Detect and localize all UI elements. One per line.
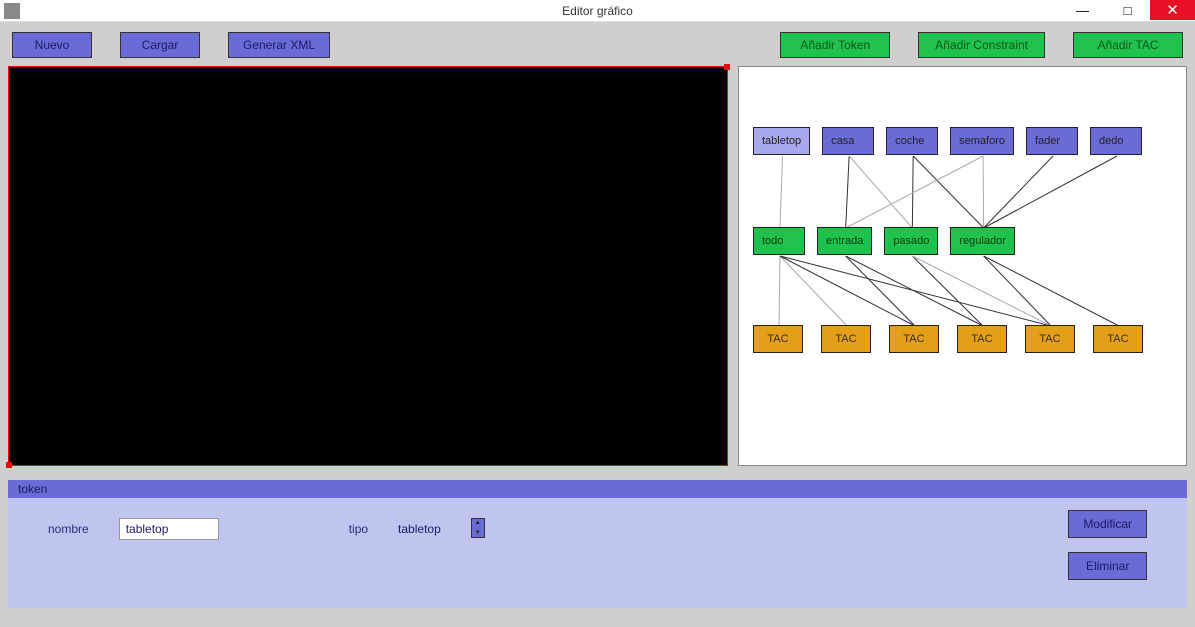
anadir-tac-button[interactable]: Añadir TAC bbox=[1073, 32, 1183, 58]
window-controls: — □ ✕ bbox=[1060, 0, 1195, 22]
cargar-button[interactable]: Cargar bbox=[120, 32, 200, 58]
canvas[interactable] bbox=[8, 66, 728, 466]
titlebar: Editor gráfico — □ ✕ bbox=[0, 0, 1195, 22]
token-node[interactable]: casa bbox=[822, 127, 874, 155]
footer: token nombre tipo tabletop ▲ ▼ Modificar… bbox=[0, 480, 1195, 608]
tac-node[interactable]: TAC bbox=[821, 325, 871, 353]
tipo-value: tabletop bbox=[398, 518, 441, 536]
constraint-node[interactable]: entrada bbox=[817, 227, 872, 255]
constraint-row: todo entrada pasado regulador bbox=[753, 227, 1015, 255]
tipo-label: tipo bbox=[349, 518, 368, 536]
window-title: Editor gráfico bbox=[562, 4, 633, 18]
nombre-input[interactable] bbox=[119, 518, 219, 540]
anadir-constraint-button[interactable]: Añadir Constraint bbox=[918, 32, 1045, 58]
chevron-down-icon: ▼ bbox=[473, 530, 483, 536]
anadir-token-button[interactable]: Añadir Token bbox=[780, 32, 890, 58]
token-row: tabletop casa coche semaforo fader dedo bbox=[753, 127, 1142, 155]
tac-row: TAC TAC TAC TAC TAC TAC bbox=[753, 325, 1143, 353]
toolbar: Nuevo Cargar Generar XML Añadir Token Añ… bbox=[0, 22, 1195, 66]
maximize-button[interactable]: □ bbox=[1105, 0, 1150, 20]
nombre-label: nombre bbox=[48, 518, 89, 536]
eliminar-button[interactable]: Eliminar bbox=[1068, 552, 1147, 580]
constraint-node[interactable]: pasado bbox=[884, 227, 938, 255]
chevron-up-icon: ▲ bbox=[473, 520, 483, 526]
constraint-node[interactable]: todo bbox=[753, 227, 805, 255]
token-node[interactable]: tabletop bbox=[753, 127, 810, 155]
modificar-button[interactable]: Modificar bbox=[1068, 510, 1147, 538]
minimize-button[interactable]: — bbox=[1060, 0, 1105, 20]
app-icon bbox=[4, 3, 20, 19]
tac-node[interactable]: TAC bbox=[1093, 325, 1143, 353]
token-node[interactable]: semaforo bbox=[950, 127, 1014, 155]
nuevo-button[interactable]: Nuevo bbox=[12, 32, 92, 58]
graph-panel[interactable]: tabletop casa coche semaforo fader dedo todoe… bbox=[738, 66, 1187, 466]
tac-node[interactable]: TAC bbox=[1025, 325, 1075, 353]
token-node[interactable]: fader bbox=[1026, 127, 1078, 155]
tac-node[interactable]: TAC bbox=[957, 325, 1007, 353]
tac-node[interactable]: TAC bbox=[753, 325, 803, 353]
tipo-spinner[interactable]: ▲ ▼ bbox=[471, 518, 485, 538]
generar-xml-button[interactable]: Generar XML bbox=[228, 32, 330, 58]
footer-body: nombre tipo tabletop ▲ ▼ Modificar Elimi… bbox=[8, 498, 1187, 608]
app-body: Nuevo Cargar Generar XML Añadir Token Añ… bbox=[0, 22, 1195, 627]
token-node[interactable]: coche bbox=[886, 127, 938, 155]
footer-section-title: token bbox=[8, 480, 1187, 498]
constraint-node[interactable]: regulador bbox=[950, 227, 1014, 255]
tac-node[interactable]: TAC bbox=[889, 325, 939, 353]
workspace: tabletop casa coche semaforo fader dedo todoe… bbox=[0, 66, 1195, 466]
close-button[interactable]: ✕ bbox=[1150, 0, 1195, 20]
token-node[interactable]: dedo bbox=[1090, 127, 1142, 155]
